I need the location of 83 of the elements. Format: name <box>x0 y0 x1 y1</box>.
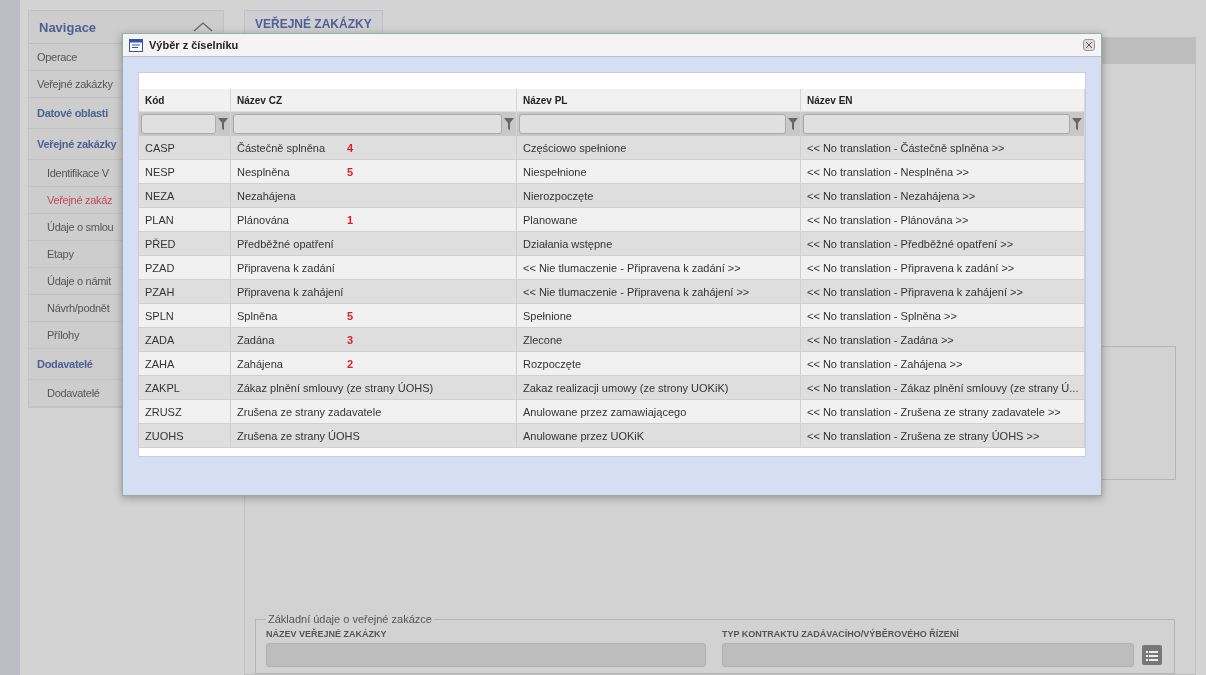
table-cell: Niespełnione <box>517 160 801 184</box>
table-cell: << No translation - Zrušena ze strany ÚOHS >> <box>801 424 1085 448</box>
table-cell: << No translation - Nezahájena >> <box>801 184 1085 208</box>
table-cell: << No translation - Nesplněna >> <box>801 160 1085 184</box>
note-number: 5 <box>347 165 354 178</box>
table-cell: << No translation - Připravena k zahájení >> <box>801 280 1085 304</box>
table-cell-text: Nesplněna <box>237 165 291 178</box>
table-cell-text: Plánována <box>237 213 290 226</box>
table-cell: << Nie tlumaczenie - Připravena k zahájení >> <box>517 280 801 304</box>
table-cell: Spełnione <box>517 304 801 328</box>
table-cell: ZAHA <box>139 352 231 376</box>
table-cell: Częściowo spełnione <box>517 136 801 160</box>
table-cell: Připravena k zahájení <box>237 285 344 298</box>
table-cell: << Nie tlumaczenie - Připravena k zadání >> <box>517 256 801 280</box>
table-cell: << No translation - Plánována >> <box>801 208 1085 232</box>
filter-field[interactable] <box>141 114 216 134</box>
table-cell: PŘED <box>139 232 231 256</box>
dialog-title: Výběr z číselníku <box>149 39 240 51</box>
table-cell: Rozpoczęte <box>517 352 801 376</box>
filter-icon[interactable] <box>218 118 228 130</box>
note-number: 5 <box>347 309 354 322</box>
table-cell: PZAD <box>139 256 231 280</box>
table-cell: NESP <box>139 160 231 184</box>
table-cell-text: Zahájena <box>237 357 284 370</box>
filter-icon[interactable] <box>1072 118 1082 130</box>
filter-icon[interactable] <box>788 118 798 130</box>
table-cell: ZUOHS <box>139 424 231 448</box>
input-field[interactable] <box>722 643 1134 667</box>
table-cell: PZAH <box>139 280 231 304</box>
column-header[interactable]: Kód <box>139 89 231 112</box>
list-icon <box>1146 649 1158 661</box>
table-cell: << No translation - Předběžné opatření >> <box>801 232 1085 256</box>
column-header[interactable]: Název EN <box>801 89 1085 112</box>
table-cell: << No translation - Splněna >> <box>801 304 1085 328</box>
filter-field[interactable] <box>519 114 786 134</box>
close-button[interactable] <box>1083 39 1095 51</box>
input-field[interactable] <box>266 643 706 667</box>
field-label: TYP KONTRAKTU ZADÁVACÍHO/VÝBĚROVÉHO ŘÍZENÍ <box>722 629 960 639</box>
table-cell: Planowane <box>517 208 801 232</box>
table-cell: << No translation - Zahájena >> <box>801 352 1085 376</box>
table-cell: << No translation - Zákaz plnění smlouvy (ze strany Ú... <box>801 376 1085 400</box>
table-cell-text: Částečně splněna <box>237 141 327 154</box>
table-cell: SPLN <box>139 304 231 328</box>
table-cell: Zrušena ze strany zadavatele <box>237 405 382 418</box>
table-cell: Zakaz realizacji umowy (ze strony UOKiK) <box>517 376 801 400</box>
sidebar-title: Navigace <box>39 19 97 35</box>
table-cell: Zrušena ze strany ÚOHS <box>237 429 360 442</box>
table-cell: NEZA <box>139 184 231 208</box>
column-header[interactable]: Název CZ <box>231 89 517 112</box>
table-cell: CASP <box>139 136 231 160</box>
table-cell: << No translation - Zrušena ze strany zadavatele >> <box>801 400 1085 424</box>
table-cell: ZRUSZ <box>139 400 231 424</box>
table-cell-text: Nezahájena <box>237 189 297 202</box>
note-number: 1 <box>347 213 354 226</box>
list-button[interactable] <box>1142 645 1162 665</box>
group-legend: Základní údaje o veřejné zakázce <box>266 613 434 625</box>
table-cell: Zákaz plnění smlouvy (ze strany ÚOHS) <box>237 381 434 394</box>
filter-field[interactable] <box>233 114 502 134</box>
table-cell: Anulowane przez zamawiającego <box>517 400 801 424</box>
table-cell-text: Zadána <box>237 333 276 346</box>
table-cell: Zlecone <box>517 328 801 352</box>
table-cell: << No translation - Částečně splněna >> <box>801 136 1085 160</box>
table-cell-text: Splněna <box>237 309 279 322</box>
filter-field[interactable] <box>803 114 1070 134</box>
table-cell: << No translation - Připravena k zadání >> <box>801 256 1085 280</box>
table-cell: ZADA <box>139 328 231 352</box>
filter-icon[interactable] <box>504 118 514 130</box>
table-cell: ZAKPL <box>139 376 231 400</box>
table-cell-text: Připravena k zadání <box>237 261 336 274</box>
table-cell: Działania wstępne <box>517 232 801 256</box>
window-icon <box>129 38 143 52</box>
note-number: 3 <box>347 333 354 346</box>
table-cell: Nierozpoczęte <box>517 184 801 208</box>
table-cell: << No translation - Zadána >> <box>801 328 1085 352</box>
field-label: NÁZEV VEŘEJNÉ ZAKÁZKY <box>266 629 388 639</box>
table-cell-text: Předběžné opatření <box>237 237 335 250</box>
column-header[interactable]: Název PL <box>517 89 801 112</box>
chevron-up-icon[interactable] <box>193 22 213 32</box>
close-icon <box>1086 42 1092 48</box>
note-number: 4 <box>347 141 354 154</box>
table-cell: Anulowane przez UOKiK <box>517 424 801 448</box>
note-number: 2 <box>347 357 354 370</box>
table-cell: PLAN <box>139 208 231 232</box>
